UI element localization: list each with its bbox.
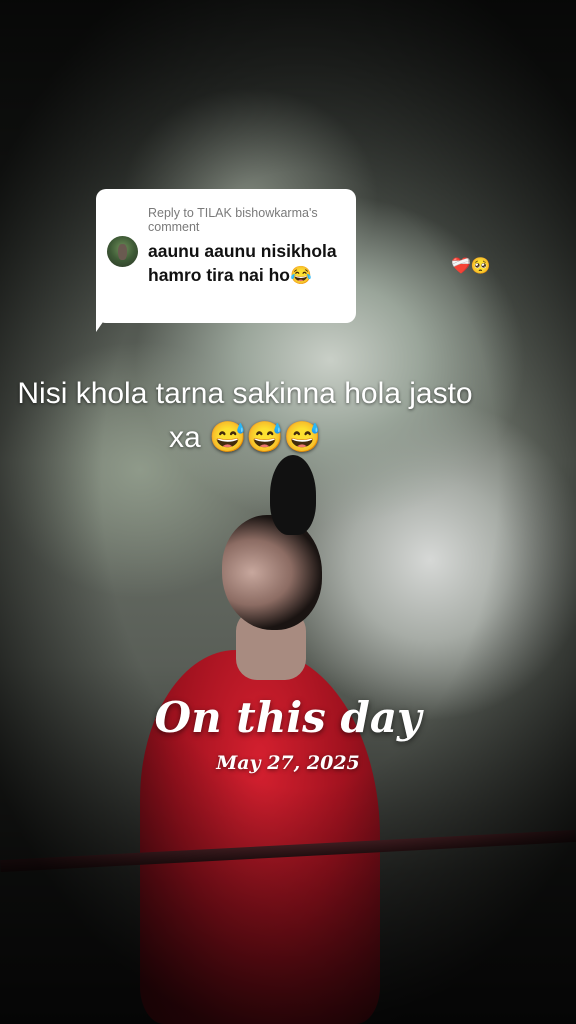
reply-comment-text: aaunu aaunu nisikhola hamro tira nai ho😂 bbox=[148, 241, 337, 285]
on-this-day-title: On this day bbox=[154, 693, 422, 742]
reply-comment-card[interactable]: Reply to TILAK bishowkarma's comment aau… bbox=[96, 189, 356, 323]
commenter-avatar[interactable] bbox=[107, 236, 138, 267]
video-frame[interactable]: Reply to TILAK bishowkarma's comment aau… bbox=[0, 0, 576, 1024]
vignette-overlay bbox=[0, 0, 576, 1024]
on-this-day-date: May 27, 2025 bbox=[216, 752, 360, 774]
reply-header: Reply to TILAK bishowkarma's comment bbox=[148, 206, 318, 234]
broken-heart-pleading-emoji: ❤️‍🩹🥺 bbox=[451, 256, 491, 275]
reply-bubble-tail bbox=[96, 312, 110, 332]
video-caption: Nisi khola tarna sakinna hola jasto xa 😅… bbox=[17, 377, 473, 454]
